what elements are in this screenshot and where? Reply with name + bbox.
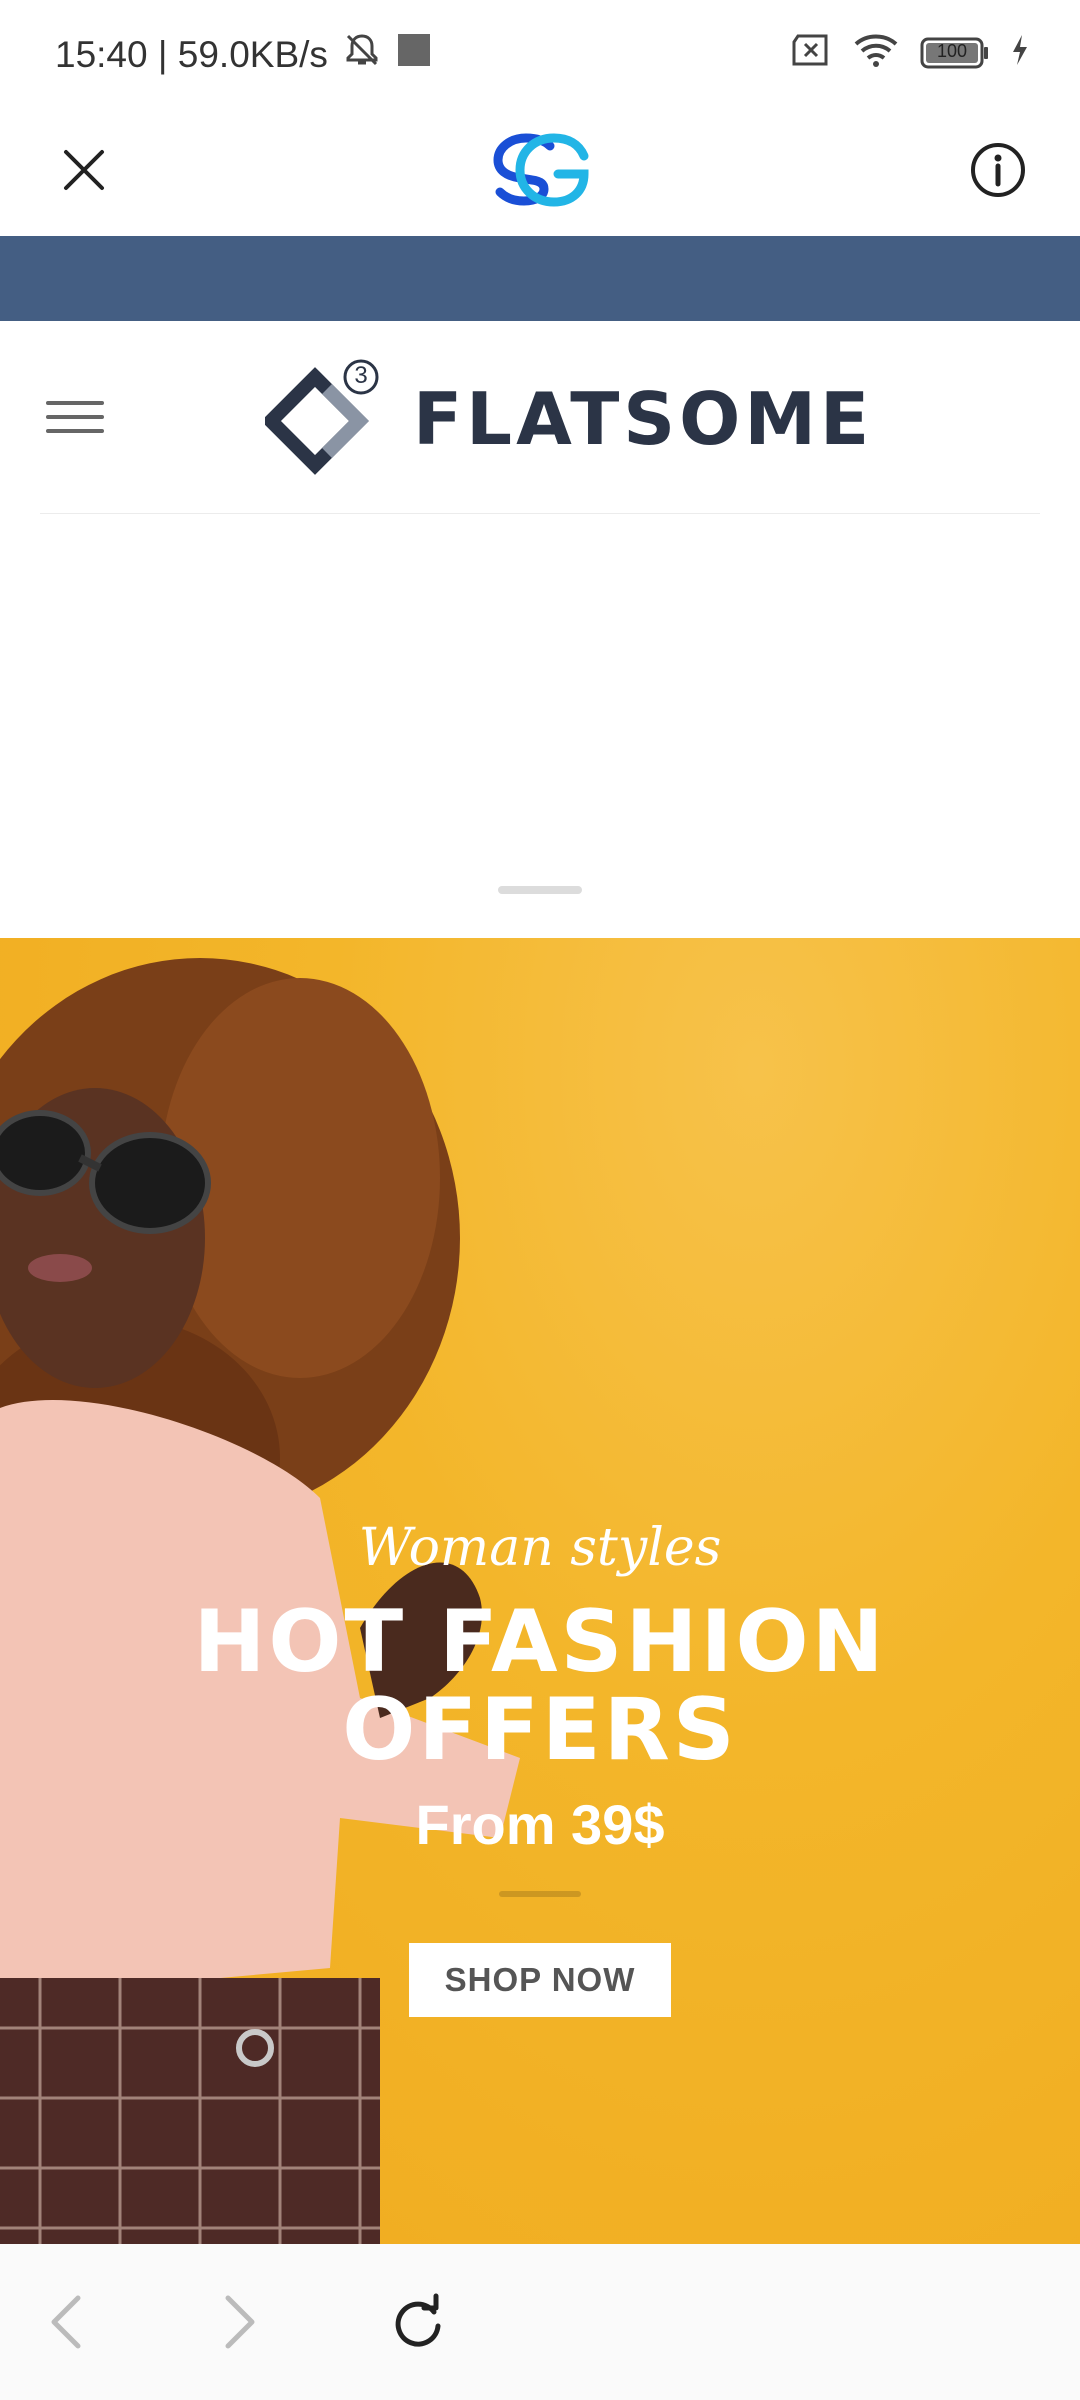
wifi-icon (852, 30, 900, 75)
logo-badge: 3 (354, 362, 368, 389)
hero-kicker: Woman styles (358, 1518, 722, 1578)
menu-line (46, 429, 104, 433)
content-placeholder (0, 514, 1080, 938)
status-right: 100 (788, 30, 1030, 75)
app-bar (0, 104, 1080, 236)
close-icon (64, 150, 104, 190)
site-header: 3 FLATSOME (0, 321, 1080, 515)
top-bar (0, 236, 1080, 321)
charging-icon (1010, 33, 1030, 72)
hero-divider (499, 1891, 581, 1897)
hero-title-line1: HOT FASHION (193, 1592, 887, 1692)
close-button[interactable] (48, 134, 120, 206)
status-bar: 15:40 | 59.0KB/s 100 (0, 0, 1080, 104)
battery-icon: 100 (920, 36, 990, 70)
hero-banner: Woman styles HOT FASHION OFFERS From 39$… (0, 938, 1080, 2244)
info-icon (971, 143, 1025, 197)
forward-icon (225, 2295, 255, 2349)
hamburger-menu-button[interactable] (40, 391, 110, 451)
square-icon (396, 32, 432, 77)
info-button[interactable] (962, 134, 1034, 206)
drag-handle[interactable] (498, 886, 582, 894)
back-icon (51, 2295, 81, 2349)
status-left: 15:40 | 59.0KB/s (55, 30, 432, 79)
hero-subtitle: From 39$ (415, 1793, 665, 1856)
hero-text: Woman styles HOT FASHION OFFERS From 39$… (0, 1518, 1080, 2017)
sim-off-icon (788, 32, 832, 73)
hero-title: HOT FASHION OFFERS (0, 1598, 1080, 1774)
reload-icon (395, 2293, 441, 2347)
menu-line (46, 401, 104, 405)
mute-icon (342, 30, 382, 79)
sg-logo (488, 126, 592, 214)
site-logo-text: FLATSOME (413, 377, 874, 461)
bottom-navigation (0, 2244, 1080, 2400)
shop-now-button[interactable]: SHOP NOW (409, 1943, 671, 2017)
site-logo[interactable]: 3 FLATSOME (261, 359, 874, 479)
site-logo-mark: 3 (261, 359, 385, 479)
status-time-speed: 15:40 | 59.0KB/s (55, 33, 328, 75)
menu-line (46, 415, 104, 419)
hero-title-line2: OFFERS (342, 1680, 738, 1780)
forward-button[interactable] (204, 2286, 276, 2358)
reload-button[interactable] (382, 2286, 454, 2358)
back-button[interactable] (30, 2286, 102, 2358)
battery-level: 100 (936, 40, 968, 61)
